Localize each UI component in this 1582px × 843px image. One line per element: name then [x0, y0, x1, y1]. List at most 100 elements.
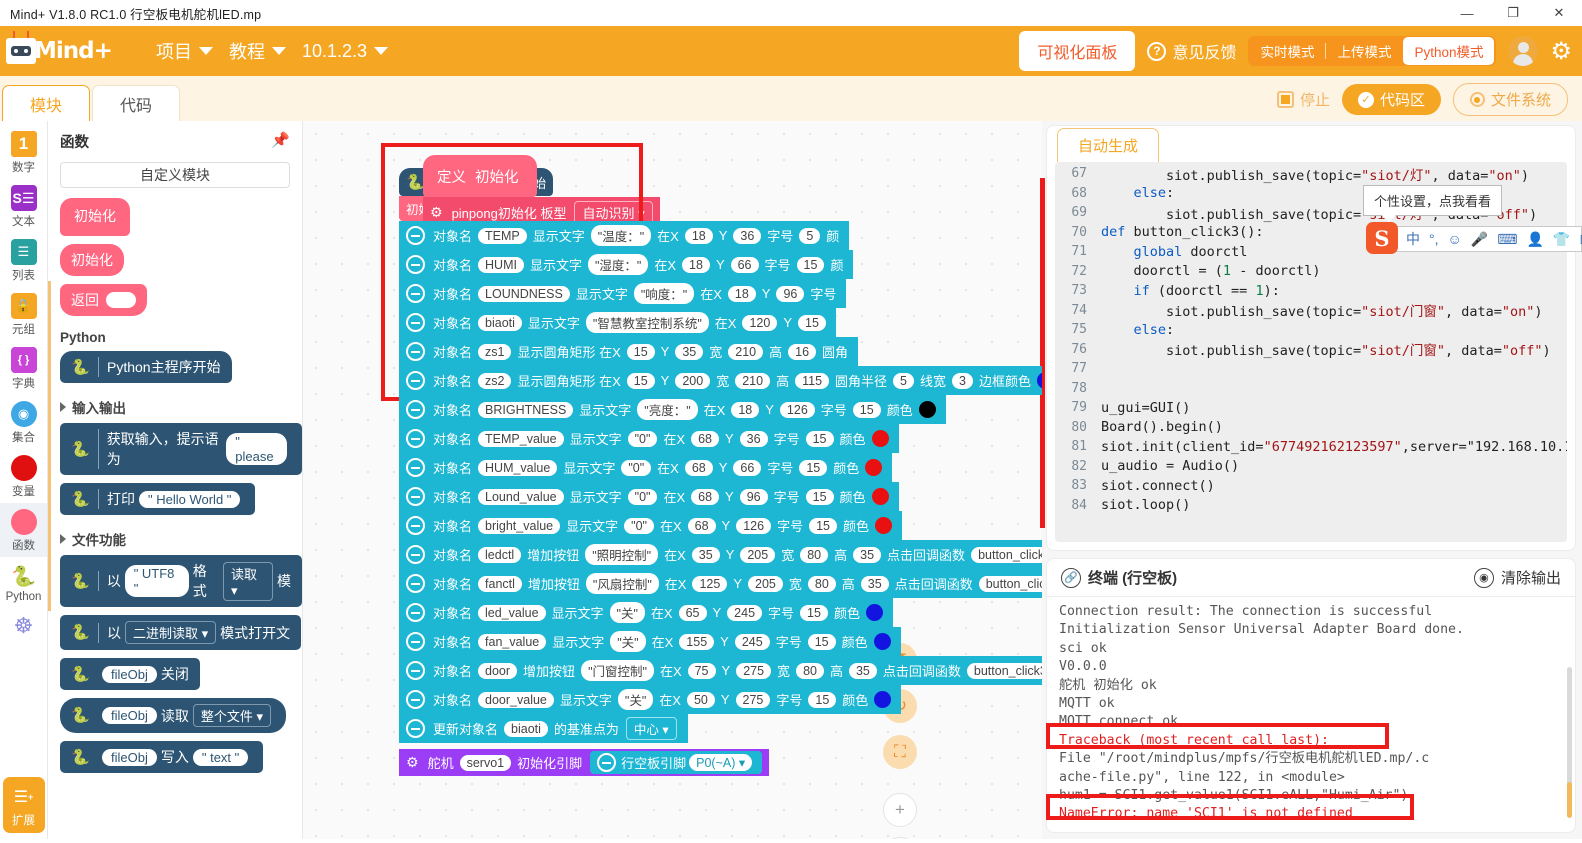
tab-code[interactable]: 代码 [92, 85, 180, 121]
stop-button[interactable]: 停止 [1276, 89, 1330, 110]
gui-block-row[interactable]: 对象名 LOUNDNESS 显示文字 "响度：" 在X 18 Y 96 字号 [399, 279, 847, 308]
palette-section-file[interactable]: 文件功能 [48, 523, 302, 555]
row-x[interactable]: 18 [682, 256, 710, 273]
gui-block-row[interactable]: 对象名 biaoti 显示文字 "智慧教室控制系统" 在X 120 Y 15 [399, 308, 836, 337]
category-dict[interactable]: { } 字典 [0, 341, 47, 395]
terminal-scroll-thumb[interactable] [1567, 782, 1572, 818]
palette-block-define-init[interactable]: 初始化 [60, 198, 130, 236]
row-object-name[interactable]: HUMI [478, 256, 524, 273]
maximize-button[interactable]: ❐ [1490, 0, 1536, 26]
row-size[interactable]: 15 [809, 517, 837, 534]
row-y[interactable]: 275 [736, 662, 772, 679]
gui-block-row[interactable]: 对象名 zs2 显示圆角矩形 在X 15 Y 200 宽 210 高 115 圆角半径 5 线宽 3 边框颜… [399, 366, 1042, 395]
row-x[interactable]: 18 [727, 285, 756, 302]
row-size[interactable]: 15 [805, 430, 834, 447]
palette-get-input-value[interactable]: " please [226, 433, 287, 465]
file-write-value[interactable]: " text " [192, 748, 249, 766]
palette-block-open-binary[interactable]: 🐍 以 二进制读取 ▾ 模式打开文 [60, 615, 302, 650]
avatar[interactable] [1508, 36, 1539, 66]
row-h[interactable]: 115 [795, 372, 830, 389]
row-y[interactable]: 275 [735, 691, 771, 708]
row-color-swatch[interactable] [918, 401, 936, 418]
row-size[interactable]: 15 [800, 604, 828, 621]
servo-pin-dropdown[interactable]: P0(~A) ▾ [689, 754, 753, 771]
gui-block-row[interactable]: 对象名 door 增加按钮 "门窗控制" 在X 75 Y 275 宽 80 高 35 点击回调函数 but… [399, 656, 1042, 685]
row-object-name[interactable]: bright_value [478, 517, 561, 534]
gui-block-row[interactable]: 对象名 door_value 显示文字 "关" 在X 50 Y 275 字号 15 颜色 [399, 685, 902, 714]
menu-tutorial[interactable]: 教程 [229, 38, 286, 64]
category-function[interactable]: 函数 [0, 503, 47, 557]
file-write-obj[interactable]: fileObj [102, 748, 157, 766]
row-text-value[interactable]: "温度：" [590, 225, 652, 246]
row-size[interactable]: 15 [852, 401, 881, 418]
palette-scroll-indicator[interactable] [48, 281, 51, 611]
row-color-swatch[interactable] [874, 691, 892, 708]
zoom-in-icon[interactable]: + [883, 793, 917, 827]
servo-name[interactable]: servo1 [459, 754, 512, 771]
row-object-name[interactable]: LOUNDNESS [478, 285, 570, 302]
gui-block-row[interactable]: 对象名 fanctl 增加按钮 "风扇控制" 在X 125 Y 205 宽 80 高 35 点击回调函数… [399, 569, 1042, 598]
row-x[interactable]: 18 [684, 227, 713, 244]
mode-python[interactable]: Python模式 [1403, 37, 1495, 65]
row-text-value[interactable]: "亮度：" [637, 399, 698, 420]
row-x[interactable]: 35 [691, 546, 720, 563]
filesystem-button[interactable]: 文件系统 [1452, 83, 1568, 116]
category-mqtt[interactable]: ☸ MQTT [0, 607, 47, 645]
row-x[interactable]: 75 [687, 662, 716, 679]
row-text-value[interactable]: "湿度：" [587, 254, 649, 275]
row-y[interactable]: 126 [736, 517, 772, 534]
sogou-logo-icon[interactable]: S [1366, 222, 1398, 254]
row-object-name[interactable]: ledctl [478, 546, 522, 563]
row-w[interactable]: 80 [800, 546, 829, 563]
row-y[interactable]: 96 [739, 488, 768, 505]
row-object-name[interactable]: zs2 [478, 372, 512, 389]
row-color-swatch[interactable] [1036, 372, 1042, 389]
row-text-value[interactable]: "响度：" [633, 283, 695, 304]
row-text-value[interactable]: "照明控制" [585, 544, 659, 565]
ime-punct-icon[interactable]: °, [1429, 231, 1439, 247]
row-callback[interactable]: button_click2 [978, 575, 1042, 592]
row-h[interactable]: 35 [853, 546, 882, 563]
row-lw[interactable]: 3 [952, 372, 973, 389]
category-number[interactable]: 1 数字 [0, 125, 47, 179]
visual-panel-button[interactable]: 可视化面板 [1019, 31, 1136, 71]
row-color-swatch[interactable] [873, 633, 891, 650]
row-text-value[interactable]: "0" [624, 517, 654, 534]
minimize-button[interactable]: — [1444, 0, 1490, 26]
terminal-output[interactable]: Connection result: The connection is suc… [1047, 597, 1575, 832]
gui-block-row[interactable]: 对象名 TEMP 显示文字 "温度：" 在X 18 Y 36 字号 5 颜 [399, 221, 850, 250]
gui-block-row[interactable]: 对象名 TEMP_value 显示文字 "0" 在X 68 Y 36 字号 15 颜色 [399, 424, 899, 453]
ime-keyboard-icon[interactable]: ⌨ [1497, 231, 1517, 248]
row-h[interactable]: 16 [788, 343, 817, 360]
row-w[interactable]: 80 [807, 575, 836, 592]
row-x[interactable]: 15 [626, 372, 655, 389]
category-set[interactable]: ◉ 集合 [0, 395, 47, 449]
row-y[interactable]: 96 [776, 285, 805, 302]
terminal-scrollbar[interactable] [1567, 667, 1572, 787]
category-text[interactable]: S☰ 文本 [0, 179, 47, 233]
feedback-button[interactable]: ? 意见反馈 [1147, 39, 1236, 63]
row-color-swatch[interactable] [871, 430, 889, 447]
row-y[interactable]: 245 [727, 604, 763, 621]
palette-block-open-encoded[interactable]: 🐍 以 " UTF8 " 格式 读取 ▾ 模 [60, 555, 302, 607]
row-size[interactable]: 15 [805, 488, 834, 505]
row-y[interactable]: 66 [730, 256, 759, 273]
menu-device-ip[interactable]: 10.1.2.3 [302, 41, 389, 62]
row-text-value[interactable]: "关" [609, 602, 645, 623]
gui-block-row[interactable]: 对象名 BRIGHTNESS 显示文字 "亮度：" 在X 18 Y 126 字号 15 颜色 [399, 395, 946, 424]
gui-block-row[interactable]: 对象名 HUMI 显示文字 "湿度：" 在X 18 Y 66 字号 15 颜 [399, 250, 854, 279]
row-x[interactable]: 50 [686, 691, 715, 708]
palette-block-print[interactable]: 🐍 打印 " Hello World " [60, 483, 256, 515]
row-y[interactable]: 245 [734, 633, 770, 650]
row-w[interactable]: 210 [728, 343, 764, 360]
gui-block-row[interactable]: 对象名 zs1 显示圆角矩形 在X 15 Y 35 宽 210 高 16 圆角 [399, 337, 859, 366]
tab-modules[interactable]: 模块 [2, 85, 90, 121]
gear-icon[interactable]: ⚙ [1550, 37, 1572, 66]
row-y[interactable]: 205 [740, 546, 776, 563]
clear-output-button[interactable]: ◉ 清除输出 [1473, 567, 1561, 588]
category-list[interactable]: ☰ 列表 [0, 233, 47, 287]
row-text-value[interactable]: "关" [617, 689, 654, 710]
palette-print-value[interactable]: " Hello World " [139, 490, 241, 508]
row-text-value[interactable]: "0" [621, 459, 652, 476]
return-value-slot[interactable] [106, 292, 136, 308]
